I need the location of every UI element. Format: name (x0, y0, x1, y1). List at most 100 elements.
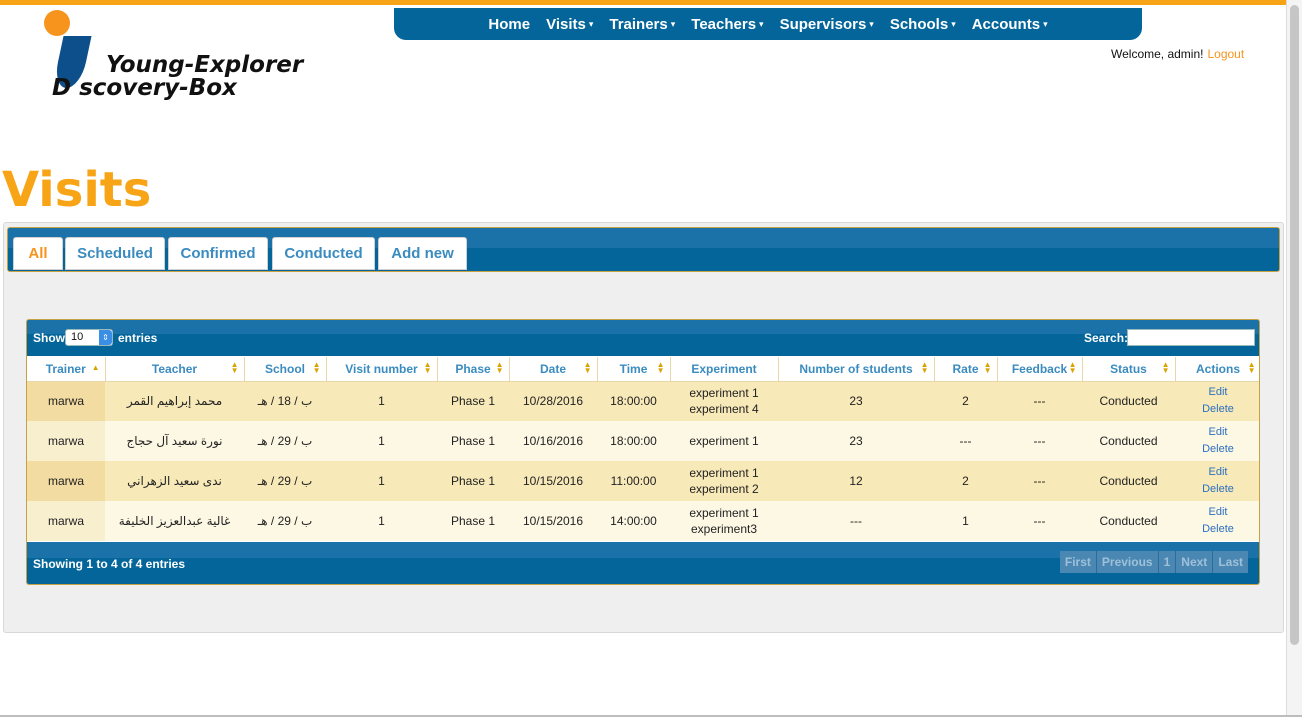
col-experiment[interactable]: Experiment (670, 357, 779, 382)
nav-accounts[interactable]: Accounts ▾ (972, 16, 1048, 33)
cell-teacher: ندى سعيد الزهراني (105, 461, 244, 501)
cell-time: 18:00:00 (597, 421, 670, 461)
cell-time: 14:00:00 (597, 501, 670, 541)
edit-link[interactable]: Edit (1175, 384, 1259, 401)
nav-schools[interactable]: Schools ▾ (890, 16, 956, 33)
entries-label: entries (118, 331, 158, 345)
nav-schools-label: Schools (889, 15, 949, 33)
logo-dot-icon (44, 10, 70, 36)
page-number-button[interactable]: 1 (1158, 551, 1177, 573)
col-rate[interactable]: Rate ▲ ▼ (934, 357, 998, 382)
col-teacher-label: Teacher (151, 361, 198, 376)
cell-feedback: --- (997, 501, 1082, 541)
tabs-bar: All Scheduled Confirmed Conducted Add ne… (7, 227, 1280, 272)
col-time[interactable]: Time ▲ ▼ (597, 357, 671, 382)
vertical-scrollbar[interactable] (1286, 0, 1302, 717)
nav-visits[interactable]: Visits ▾ (546, 16, 593, 33)
cell-time: 18:00:00 (597, 381, 670, 421)
welcome-message: Welcome, admin! Logout (1111, 47, 1244, 61)
chevron-down-icon: ▾ (1043, 18, 1048, 29)
experiment-line: experiment 1 (689, 386, 759, 401)
nav-accounts-label: Accounts (971, 15, 1041, 33)
nav-trainers[interactable]: Trainers ▾ (609, 16, 675, 33)
cell-trainer: marwa (27, 421, 105, 461)
col-status[interactable]: Status ▲ ▼ (1082, 357, 1176, 382)
nav-teachers[interactable]: Teachers ▾ (691, 16, 763, 33)
welcome-text: Welcome, admin! (1111, 47, 1204, 61)
col-number-of-students[interactable]: Number of students ▲ ▼ (778, 357, 935, 382)
tab-conducted[interactable]: Conducted (272, 237, 375, 270)
page-previous-button[interactable]: Previous (1096, 551, 1159, 573)
visits-table: Trainer ▲ Teacher ▲ ▼ School ▲ ▼ Visit number… (27, 357, 1259, 541)
tab-all[interactable]: All (13, 237, 63, 270)
top-accent-strip (0, 0, 1286, 5)
cell-experiment: experiment 1 (670, 421, 778, 461)
col-trainer[interactable]: Trainer ▲ (27, 357, 106, 382)
cell-date: 10/15/2016 (509, 461, 597, 501)
edit-link[interactable]: Edit (1175, 424, 1259, 441)
cell-experiment: experiment 1 experiment3 (670, 501, 778, 541)
cell-date: 10/15/2016 (509, 501, 597, 541)
cell-phase: Phase 1 (437, 461, 509, 501)
col-visit-number[interactable]: Visit number ▲ ▼ (326, 357, 438, 382)
col-date-label: Date (539, 361, 566, 376)
chevron-down-icon: ▾ (951, 18, 956, 29)
col-status-label: Status (1110, 361, 1147, 376)
col-students-label: Number of students (799, 361, 913, 376)
col-school-label: School (264, 361, 305, 376)
delete-link[interactable]: Delete (1175, 441, 1259, 458)
col-experiment-label: Experiment (691, 361, 757, 376)
col-school[interactable]: School ▲ ▼ (244, 357, 327, 382)
cell-rate: --- (934, 421, 997, 461)
experiment-line: experiment3 (690, 522, 758, 536)
col-phase[interactable]: Phase ▲ ▼ (437, 357, 510, 382)
delete-link[interactable]: Delete (1175, 521, 1259, 538)
col-actions-label: Actions (1195, 361, 1240, 376)
visits-panel: All Scheduled Confirmed Conducted Add ne… (3, 222, 1284, 633)
delete-link[interactable]: Delete (1175, 401, 1259, 418)
cell-teacher: غالية عبدالعزيز الخليفة (105, 501, 244, 541)
nav-trainers-label: Trainers (609, 15, 668, 33)
col-actions[interactable]: Actions ▲ ▼ (1175, 357, 1259, 382)
col-date[interactable]: Date ▲ ▼ (509, 357, 598, 382)
cell-visit-number: 1 (326, 461, 437, 501)
cell-visit-number: 1 (326, 501, 437, 541)
edit-link[interactable]: Edit (1175, 504, 1259, 521)
pagination: First Previous 1 Next Last (1059, 551, 1248, 573)
delete-link[interactable]: Delete (1175, 481, 1259, 498)
tab-confirmed[interactable]: Confirmed (168, 237, 268, 270)
cell-status: Conducted (1082, 381, 1175, 421)
cell-experiment: experiment 1 experiment 4 (670, 381, 778, 421)
cell-teacher: محمد إبراهيم القمر (105, 381, 244, 421)
logout-link[interactable]: Logout (1207, 47, 1244, 61)
nav-supervisors[interactable]: Supervisors ▾ (780, 16, 874, 33)
site-logo[interactable]: Young-Explorer D scovery-Box (44, 10, 354, 102)
cell-actions: Edit Delete (1175, 421, 1259, 461)
nav-home[interactable]: Home (488, 16, 530, 33)
table-row: marwa غالية عبدالعزيز الخليفة ب / 29 / ه… (27, 501, 1259, 541)
tab-scheduled[interactable]: Scheduled (65, 237, 165, 270)
edit-link[interactable]: Edit (1175, 464, 1259, 481)
page-first-button[interactable]: First (1059, 551, 1097, 573)
search-input[interactable] (1127, 329, 1255, 346)
cell-time: 11:00:00 (597, 461, 670, 501)
page-last-button[interactable]: Last (1213, 551, 1248, 573)
page-length-select[interactable]: 10 ⇕ (65, 329, 113, 346)
page-next-button[interactable]: Next (1176, 551, 1214, 573)
cell-teacher: نورة سعيد آل حجاج (105, 421, 244, 461)
col-teacher[interactable]: Teacher ▲ ▼ (105, 357, 245, 382)
nav-supervisors-label: Supervisors (779, 15, 867, 33)
table-header-row: Trainer ▲ Teacher ▲ ▼ School ▲ ▼ Visit number… (27, 357, 1259, 382)
tab-add-new[interactable]: Add new (378, 237, 467, 270)
col-feedback[interactable]: Feedback ▲ ▼ (997, 357, 1083, 382)
cell-students: 23 (778, 421, 934, 461)
cell-date: 10/16/2016 (509, 421, 597, 461)
cell-date: 10/28/2016 (509, 381, 597, 421)
cell-status: Conducted (1082, 461, 1175, 501)
cell-trainer: marwa (27, 501, 105, 541)
scrollbar-thumb[interactable] (1290, 5, 1299, 645)
cell-status: Conducted (1082, 501, 1175, 541)
cell-actions: Edit Delete (1175, 381, 1259, 421)
col-time-label: Time (619, 361, 648, 376)
cell-trainer: marwa (27, 381, 105, 421)
